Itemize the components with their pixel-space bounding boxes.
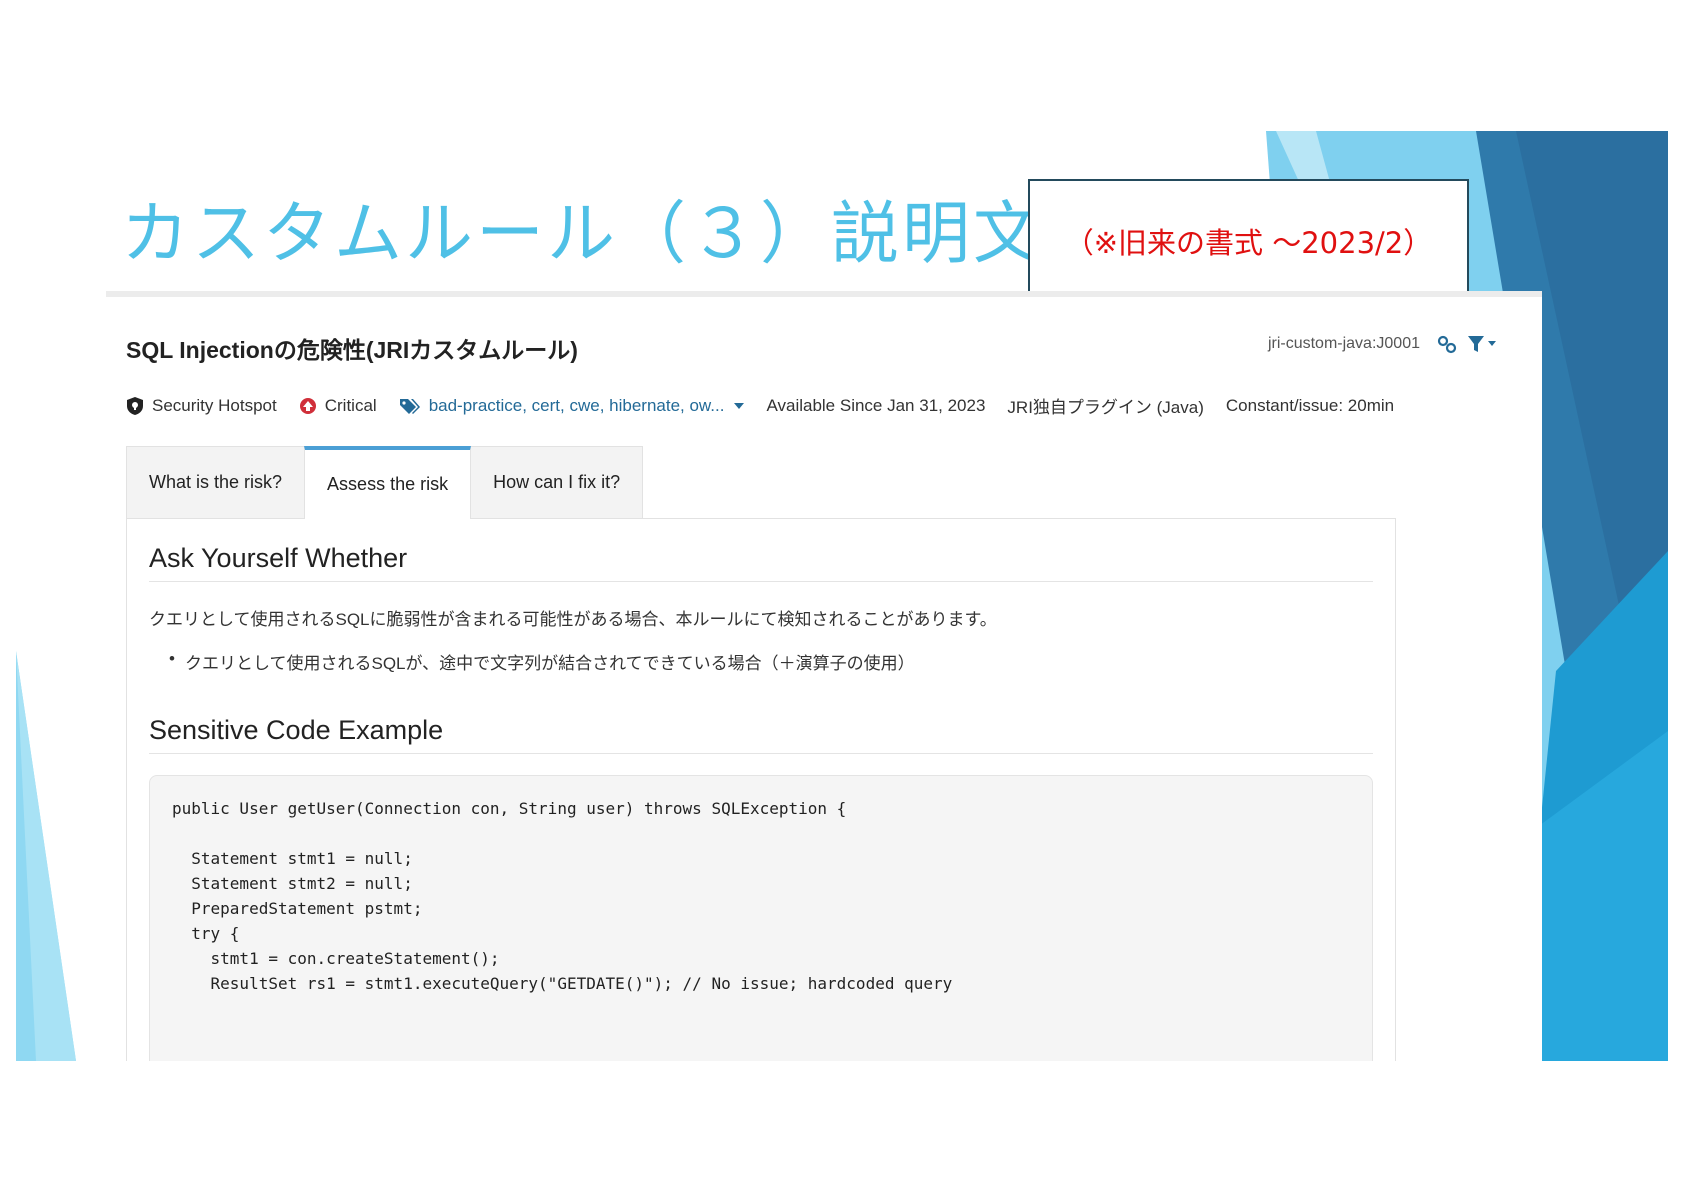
rule-screenshot-panel: SQL Injectionの危険性(JRIカスタムルール) jri-custom… (106, 291, 1542, 1061)
list-item: クエリとして使用されるSQLが、途中で文字列が結合されてできている場合（＋演算子… (169, 649, 915, 674)
tag-icon (399, 398, 420, 414)
slide: カスタムルール（３）説明文書 （※旧来の書式 ～2023/2） SQL Inje… (16, 131, 1668, 1061)
tab-content: Ask Yourself Whether クエリとして使用されるSQLに脆弱性が… (126, 518, 1396, 1061)
available-since: Available Since Jan 31, 2023 (766, 395, 986, 415)
rule-severity: Critical (299, 396, 377, 416)
tab-how-can-i-fix-it[interactable]: How can I fix it? (470, 446, 644, 518)
rule-type: Security Hotspot (126, 396, 277, 416)
divider (149, 753, 1373, 754)
rule-plugin: JRI独自プラグイン (Java) (1007, 398, 1204, 417)
chevron-down-icon (734, 402, 745, 409)
tab-assess-the-risk[interactable]: Assess the risk (304, 446, 472, 519)
link-icon[interactable] (1436, 333, 1458, 355)
code-block: public User getUser(Connection con, Stri… (149, 775, 1373, 1061)
rule-tags[interactable]: bad-practice, cert, cwe, hibernate, ow..… (399, 396, 745, 416)
legacy-format-note: （※旧来の書式 ～2023/2） (1028, 179, 1469, 302)
description-paragraph: クエリとして使用されるSQLに脆弱性が含まれる可能性がある場合、本ルールにて検知… (149, 610, 997, 629)
remediation-effort: Constant/issue: 20min (1225, 395, 1395, 415)
rule-type-label: Security Hotspot (152, 395, 277, 415)
rule-meta-bar: Security Hotspot Critical bad-practice, … (126, 393, 1416, 418)
tab-what-is-the-risk[interactable]: What is the risk? (126, 446, 306, 518)
code-text: public User getUser(Connection con, Stri… (172, 799, 953, 993)
rule-tabs: What is the risk? Assess the risk How ca… (126, 446, 644, 519)
note-text: （※旧来の書式 ～2023/2） (1064, 225, 1433, 260)
rule-title: SQL Injectionの危険性(JRIカスタムルール) (126, 337, 578, 363)
filter-icon[interactable] (1466, 333, 1498, 355)
rule-severity-label: Critical (324, 395, 377, 415)
slide-title: カスタムルール（３）説明文書 (121, 195, 1116, 274)
heading-sensitive-code-example: Sensitive Code Example (149, 715, 444, 745)
rule-key: jri-custom-java:J0001 (1267, 335, 1420, 352)
rule-tags-label: bad-practice, cert, cwe, hibernate, ow..… (428, 395, 725, 415)
critical-icon (299, 397, 316, 414)
shield-icon (127, 396, 143, 415)
heading-ask-yourself-whether: Ask Yourself Whether (149, 543, 408, 573)
divider (149, 581, 1373, 582)
